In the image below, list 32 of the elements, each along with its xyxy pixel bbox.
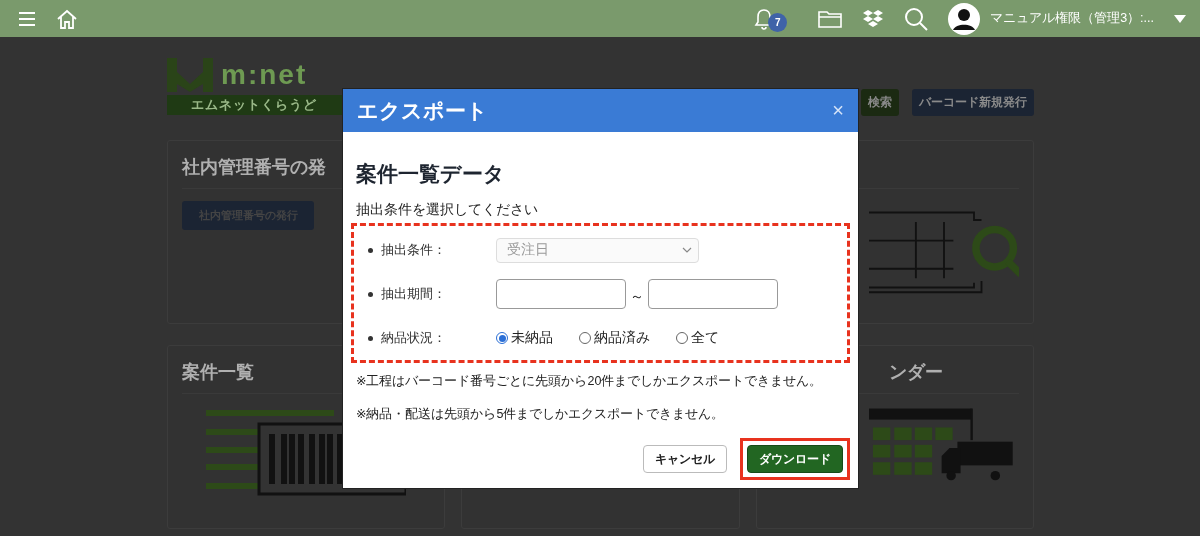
bullet-icon <box>368 335 373 341</box>
field-label: 納品状況： <box>381 329 447 347</box>
folder-icon[interactable] <box>818 9 843 28</box>
notification-badge: 7 <box>768 12 788 32</box>
field-label: 抽出条件： <box>381 241 447 259</box>
user-name[interactable]: マニュアル権限（管理3）:... <box>990 10 1154 27</box>
bullet-icon <box>368 247 373 253</box>
menu-icon[interactable] <box>18 10 36 27</box>
search-button[interactable]: 検索 <box>861 89 899 116</box>
field-label: 抽出期間： <box>381 285 447 303</box>
new-barcode-button[interactable]: バーコード新規発行 <box>912 89 1034 116</box>
search-icon[interactable] <box>904 6 929 31</box>
instruction-text: 抽出条件を選択してください <box>356 201 539 219</box>
chevron-icon <box>682 247 692 253</box>
end-date-field[interactable] <box>648 279 778 309</box>
logo-name: m:net <box>221 59 308 91</box>
close-button[interactable]: × <box>832 99 844 122</box>
avatar-icon[interactable] <box>948 2 981 35</box>
radio-option[interactable]: 未納品 <box>496 329 553 347</box>
radio-option[interactable]: 納品済み <box>579 329 650 347</box>
dialog-title: エクスポート <box>357 97 488 124</box>
bullet-icon <box>368 291 373 297</box>
download-button[interactable]: ダウンロード <box>747 445 843 473</box>
radio-option[interactable]: 全て <box>676 329 719 347</box>
home-icon[interactable] <box>56 8 78 29</box>
caret-icon[interactable] <box>1174 14 1186 23</box>
range-separator: ～ <box>630 288 644 306</box>
start-date-field[interactable] <box>496 279 626 309</box>
cancel-button[interactable]: キャンセル <box>643 445 727 473</box>
logo-icon <box>167 58 213 92</box>
note-text: ※納品・配送は先頭から5件までしかエクスポートできません。 <box>356 406 726 423</box>
dropbox-icon[interactable] <box>862 8 885 29</box>
